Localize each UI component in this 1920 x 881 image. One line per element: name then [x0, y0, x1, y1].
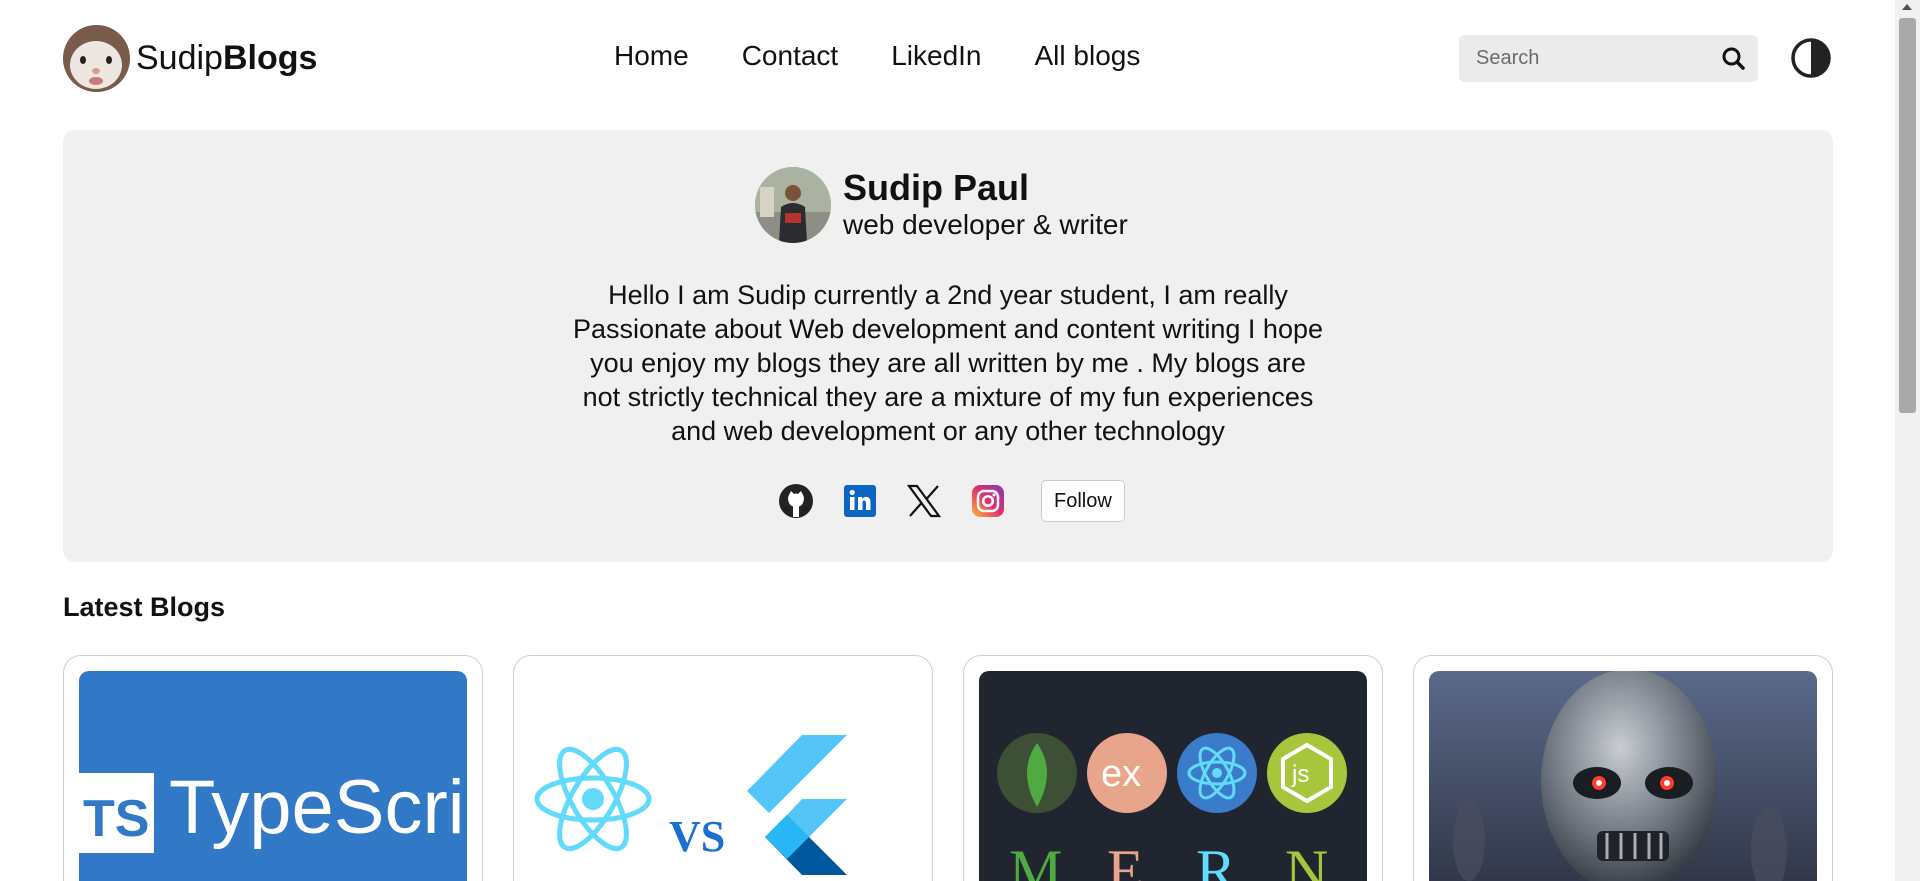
profile-avatar	[755, 167, 831, 243]
follow-button[interactable]: Follow	[1041, 480, 1125, 522]
search-icon[interactable]	[1720, 45, 1748, 73]
site-header: SudipBlogs Home Contact LikedIn All blog…	[0, 0, 1895, 118]
mern-letter-m: M	[1009, 838, 1062, 881]
contrast-icon[interactable]	[1790, 37, 1832, 79]
profile-text: Sudip Paul web developer & writer	[843, 168, 1128, 242]
blog-card[interactable]	[1413, 655, 1833, 881]
social-links: Follow	[777, 480, 1125, 522]
scroll-up-arrow-icon[interactable]	[1902, 4, 1912, 10]
typescript-text: TypeScript	[169, 765, 467, 850]
ex-text: ex	[1101, 753, 1141, 795]
blog-card[interactable]: ex js M E R N	[963, 655, 1383, 881]
vs-text: VS	[669, 812, 725, 861]
nav-home[interactable]: Home	[614, 40, 689, 72]
react-vs-flutter: VS	[529, 671, 917, 881]
page-scrollbar[interactable]	[1895, 0, 1920, 881]
instagram-icon[interactable]	[969, 482, 1007, 520]
terminator-robot	[1429, 671, 1817, 881]
profile-hero: Sudip Paul web developer & writer Hello …	[63, 130, 1833, 562]
search-input[interactable]	[1459, 47, 1709, 70]
logo-avatar	[63, 25, 130, 92]
nav-contact[interactable]: Contact	[742, 40, 839, 72]
x-icon[interactable]	[905, 482, 943, 520]
latest-blogs-heading: Latest Blogs	[63, 592, 226, 622]
js-text: js	[1291, 761, 1309, 788]
blog-card[interactable]: VS	[513, 655, 933, 881]
mern-stack: ex js M E R N	[979, 671, 1367, 881]
profile-name: Sudip Paul	[843, 167, 1030, 208]
scroll-thumb[interactable]	[1899, 18, 1916, 413]
blog-card[interactable]: TS TypeScript	[63, 655, 483, 881]
mern-letter-n: N	[1285, 838, 1328, 881]
profile-bio: Hello I am Sudip currently a 2nd year st…	[573, 280, 1324, 446]
ts-badge: TS	[83, 790, 149, 848]
linkedin-icon[interactable]	[841, 482, 879, 520]
github-icon[interactable]	[777, 482, 815, 520]
nav-all-blogs[interactable]: All blogs	[1035, 40, 1141, 72]
logo-text: SudipBlogs	[136, 39, 318, 77]
site-logo[interactable]: SudipBlogs	[63, 25, 317, 92]
mern-letter-e: E	[1107, 838, 1144, 881]
profile-role: web developer & writer	[843, 209, 1128, 240]
search-box	[1459, 35, 1758, 82]
nav-linkedin[interactable]: LikedIn	[891, 40, 981, 72]
mern-letter-r: R	[1196, 838, 1236, 881]
profile-header: Sudip Paul web developer & writer	[755, 167, 1128, 243]
main-nav: Home Contact LikedIn All blogs	[614, 40, 1140, 72]
blog-cards: TS TypeScript VS	[63, 655, 1833, 881]
typescript-logo: TS TypeScript	[79, 671, 467, 881]
